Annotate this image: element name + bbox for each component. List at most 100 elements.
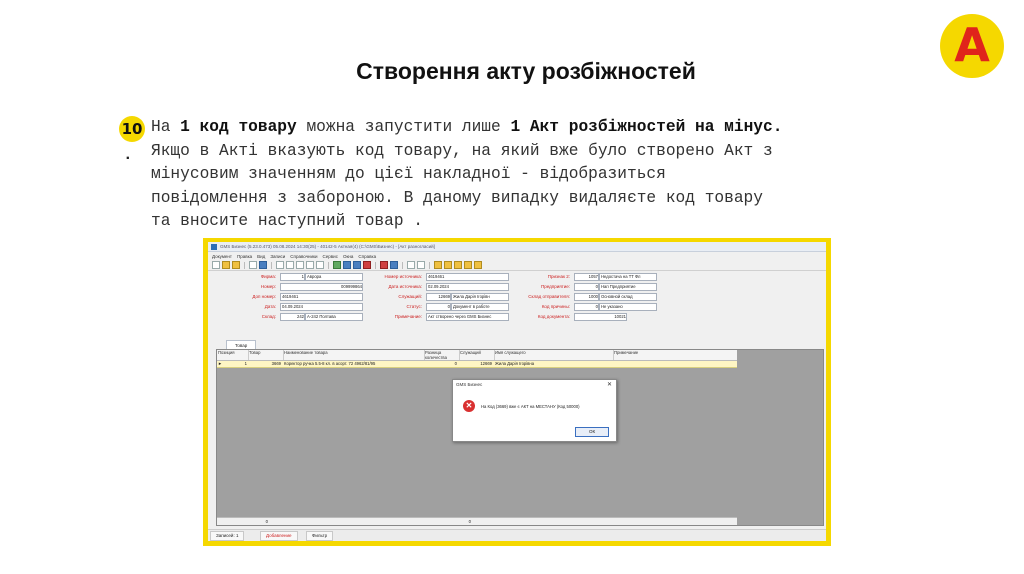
menu-directories[interactable]: Справочники bbox=[290, 254, 317, 259]
extra-number-field[interactable]: 4619461 bbox=[280, 293, 363, 301]
col-position[interactable]: Позиция bbox=[217, 350, 249, 360]
menu-service[interactable]: Сервис bbox=[323, 254, 338, 259]
menu-view[interactable]: Вид bbox=[257, 254, 265, 259]
filter-icon[interactable] bbox=[380, 261, 388, 269]
col-note[interactable]: Примечание bbox=[613, 350, 737, 360]
firm-code-field[interactable]: 1 bbox=[280, 273, 305, 281]
filter-tab[interactable]: Фильтр bbox=[306, 531, 334, 541]
employee-code-field[interactable]: 12669 bbox=[426, 293, 451, 301]
toolbar-separator bbox=[271, 261, 272, 269]
warehouse-code-field[interactable]: 242 bbox=[280, 313, 305, 321]
first-record-icon[interactable] bbox=[276, 261, 284, 269]
status-select[interactable]: Документ в работе bbox=[451, 303, 509, 311]
copy-icon[interactable] bbox=[259, 261, 267, 269]
report-icon-5[interactable] bbox=[474, 261, 482, 269]
source-number-label: Номер источника: bbox=[384, 274, 422, 279]
employee-select[interactable]: Жила Дарія Ігорівн bbox=[451, 293, 509, 301]
paragraph-line-5: та вносите наступний товар . bbox=[151, 212, 423, 230]
prev-record-icon[interactable] bbox=[286, 261, 294, 269]
report-icon-4[interactable] bbox=[464, 261, 472, 269]
search-icon[interactable] bbox=[390, 261, 398, 269]
cell-note bbox=[614, 361, 734, 367]
col-employee[interactable]: Служащий bbox=[459, 350, 495, 360]
text-part: На bbox=[151, 118, 181, 136]
cell-goods-name: Коректор ручка 5.5-8 кл. в асорт. 72 496… bbox=[284, 361, 376, 366]
company-code-field[interactable]: 0 bbox=[574, 283, 599, 291]
footer-sum-goods: 0 bbox=[265, 519, 268, 524]
toolbar-separator bbox=[328, 261, 329, 269]
note-field[interactable]: Акт створено через GMS Бизнес bbox=[426, 313, 509, 321]
report-icon[interactable] bbox=[434, 261, 442, 269]
table-row[interactable]: ► 1 3669 Коректор ручка 5.5-8 кл. в асор… bbox=[217, 361, 737, 368]
attr2-label: Признак 2: bbox=[547, 274, 570, 279]
number-label: Номер: bbox=[260, 284, 276, 289]
slide-title: Створення акту розбіжностей bbox=[356, 58, 696, 84]
folder-icon[interactable] bbox=[232, 261, 240, 269]
cell-employee-name: Жила Дарія Ігорівна bbox=[495, 361, 535, 366]
tools-icon[interactable] bbox=[407, 261, 415, 269]
source-number-field[interactable]: 4619461 bbox=[426, 273, 509, 281]
check-icon[interactable] bbox=[333, 261, 341, 269]
grid-footer: 0 0 bbox=[217, 517, 737, 525]
sender-warehouse-label: Склад отправителя: bbox=[528, 294, 570, 299]
footer-sum-employee: 0 bbox=[468, 519, 471, 524]
status-code-field[interactable]: 0 bbox=[426, 303, 451, 311]
next-record-icon[interactable] bbox=[296, 261, 304, 269]
warehouse-label: Склад: bbox=[261, 314, 276, 319]
menu-windows[interactable]: Окна bbox=[343, 254, 353, 259]
window-title: GMS Бизнес (5.23.0.473) 05.08.2024 14:30… bbox=[220, 244, 435, 249]
col-goods-name[interactable]: Наименование товара bbox=[283, 350, 425, 360]
last-record-icon[interactable] bbox=[306, 261, 314, 269]
reason-select[interactable]: Не указано bbox=[599, 303, 657, 311]
paragraph-line-1: На 1 код товару можна запустити лише 1 А… bbox=[151, 116, 911, 140]
report-icon-3[interactable] bbox=[454, 261, 462, 269]
menu-edit[interactable]: Правка bbox=[237, 254, 252, 259]
warehouse-select[interactable]: А-242 Полтава bbox=[305, 313, 363, 321]
window-titlebar: GMS Бизнес (5.23.0.473) 05.08.2024 14:30… bbox=[208, 242, 826, 252]
settings-icon[interactable] bbox=[417, 261, 425, 269]
grid-icon[interactable] bbox=[249, 261, 257, 269]
toolbar-separator bbox=[375, 261, 376, 269]
open-folder-icon[interactable] bbox=[222, 261, 230, 269]
save-icon[interactable] bbox=[343, 261, 351, 269]
company-select[interactable]: Нап Предприятие bbox=[599, 283, 657, 291]
date-field[interactable]: 04.09.2024 bbox=[280, 303, 363, 311]
app-window: GMS Бизнес (5.23.0.473) 05.08.2024 14:30… bbox=[208, 242, 826, 541]
sender-warehouse-code-field[interactable]: 1000 bbox=[574, 293, 599, 301]
close-icon[interactable]: ✕ bbox=[607, 381, 612, 388]
ok-button[interactable]: ОК bbox=[575, 427, 609, 437]
text-part: можна запустити лише bbox=[296, 118, 511, 136]
company-label: Предприятие: bbox=[541, 284, 570, 289]
menu-document[interactable]: Документ bbox=[212, 254, 232, 259]
cell-qty-difference: 0 bbox=[454, 361, 457, 366]
document-code-field[interactable]: 10021 bbox=[574, 313, 627, 321]
undo-icon[interactable] bbox=[353, 261, 361, 269]
dialog-title: GMS Бизнес bbox=[456, 382, 483, 387]
reason-code-field[interactable]: 0 bbox=[574, 303, 599, 311]
col-goods[interactable]: Товар bbox=[248, 350, 284, 360]
add-mode-indicator[interactable]: Добавление bbox=[260, 531, 298, 541]
attr2-code-field[interactable]: 1057 bbox=[574, 273, 599, 281]
records-count: Записей: 1 bbox=[210, 531, 245, 541]
menu-records[interactable]: Записи bbox=[270, 254, 285, 259]
menu-help[interactable]: Справка bbox=[358, 254, 376, 259]
paragraph-line-4: повідомлення з забороною. В даному випад… bbox=[151, 188, 763, 207]
delete-icon[interactable] bbox=[363, 261, 371, 269]
add-record-icon[interactable] bbox=[316, 261, 324, 269]
col-employee-name[interactable]: Имя служащего bbox=[494, 350, 614, 360]
number-field[interactable]: 009999864 bbox=[280, 283, 363, 291]
employee-label: Служащий: bbox=[398, 294, 422, 299]
col-qty-difference[interactable]: Разница количества bbox=[424, 350, 460, 360]
document-code-label: Код документа: bbox=[537, 314, 570, 319]
firm-select[interactable]: Аврора bbox=[305, 273, 363, 281]
row-marker: ► bbox=[218, 361, 223, 366]
new-icon[interactable] bbox=[212, 261, 220, 269]
paragraph-line-2: Якщо в Акті вказують код товару, на який… bbox=[151, 141, 773, 160]
attr2-select[interactable]: Недостача на ТТ Фл bbox=[599, 273, 657, 281]
report-icon-2[interactable] bbox=[444, 261, 452, 269]
source-date-field[interactable]: 02.09.2024 bbox=[426, 283, 509, 291]
instruction-paragraph: На 1 код товару можна запустити лише 1 А… bbox=[151, 116, 911, 234]
cell-position: 1 bbox=[244, 361, 247, 366]
error-icon: ✕ bbox=[463, 400, 475, 412]
sender-warehouse-select[interactable]: Основной склад bbox=[599, 293, 657, 301]
